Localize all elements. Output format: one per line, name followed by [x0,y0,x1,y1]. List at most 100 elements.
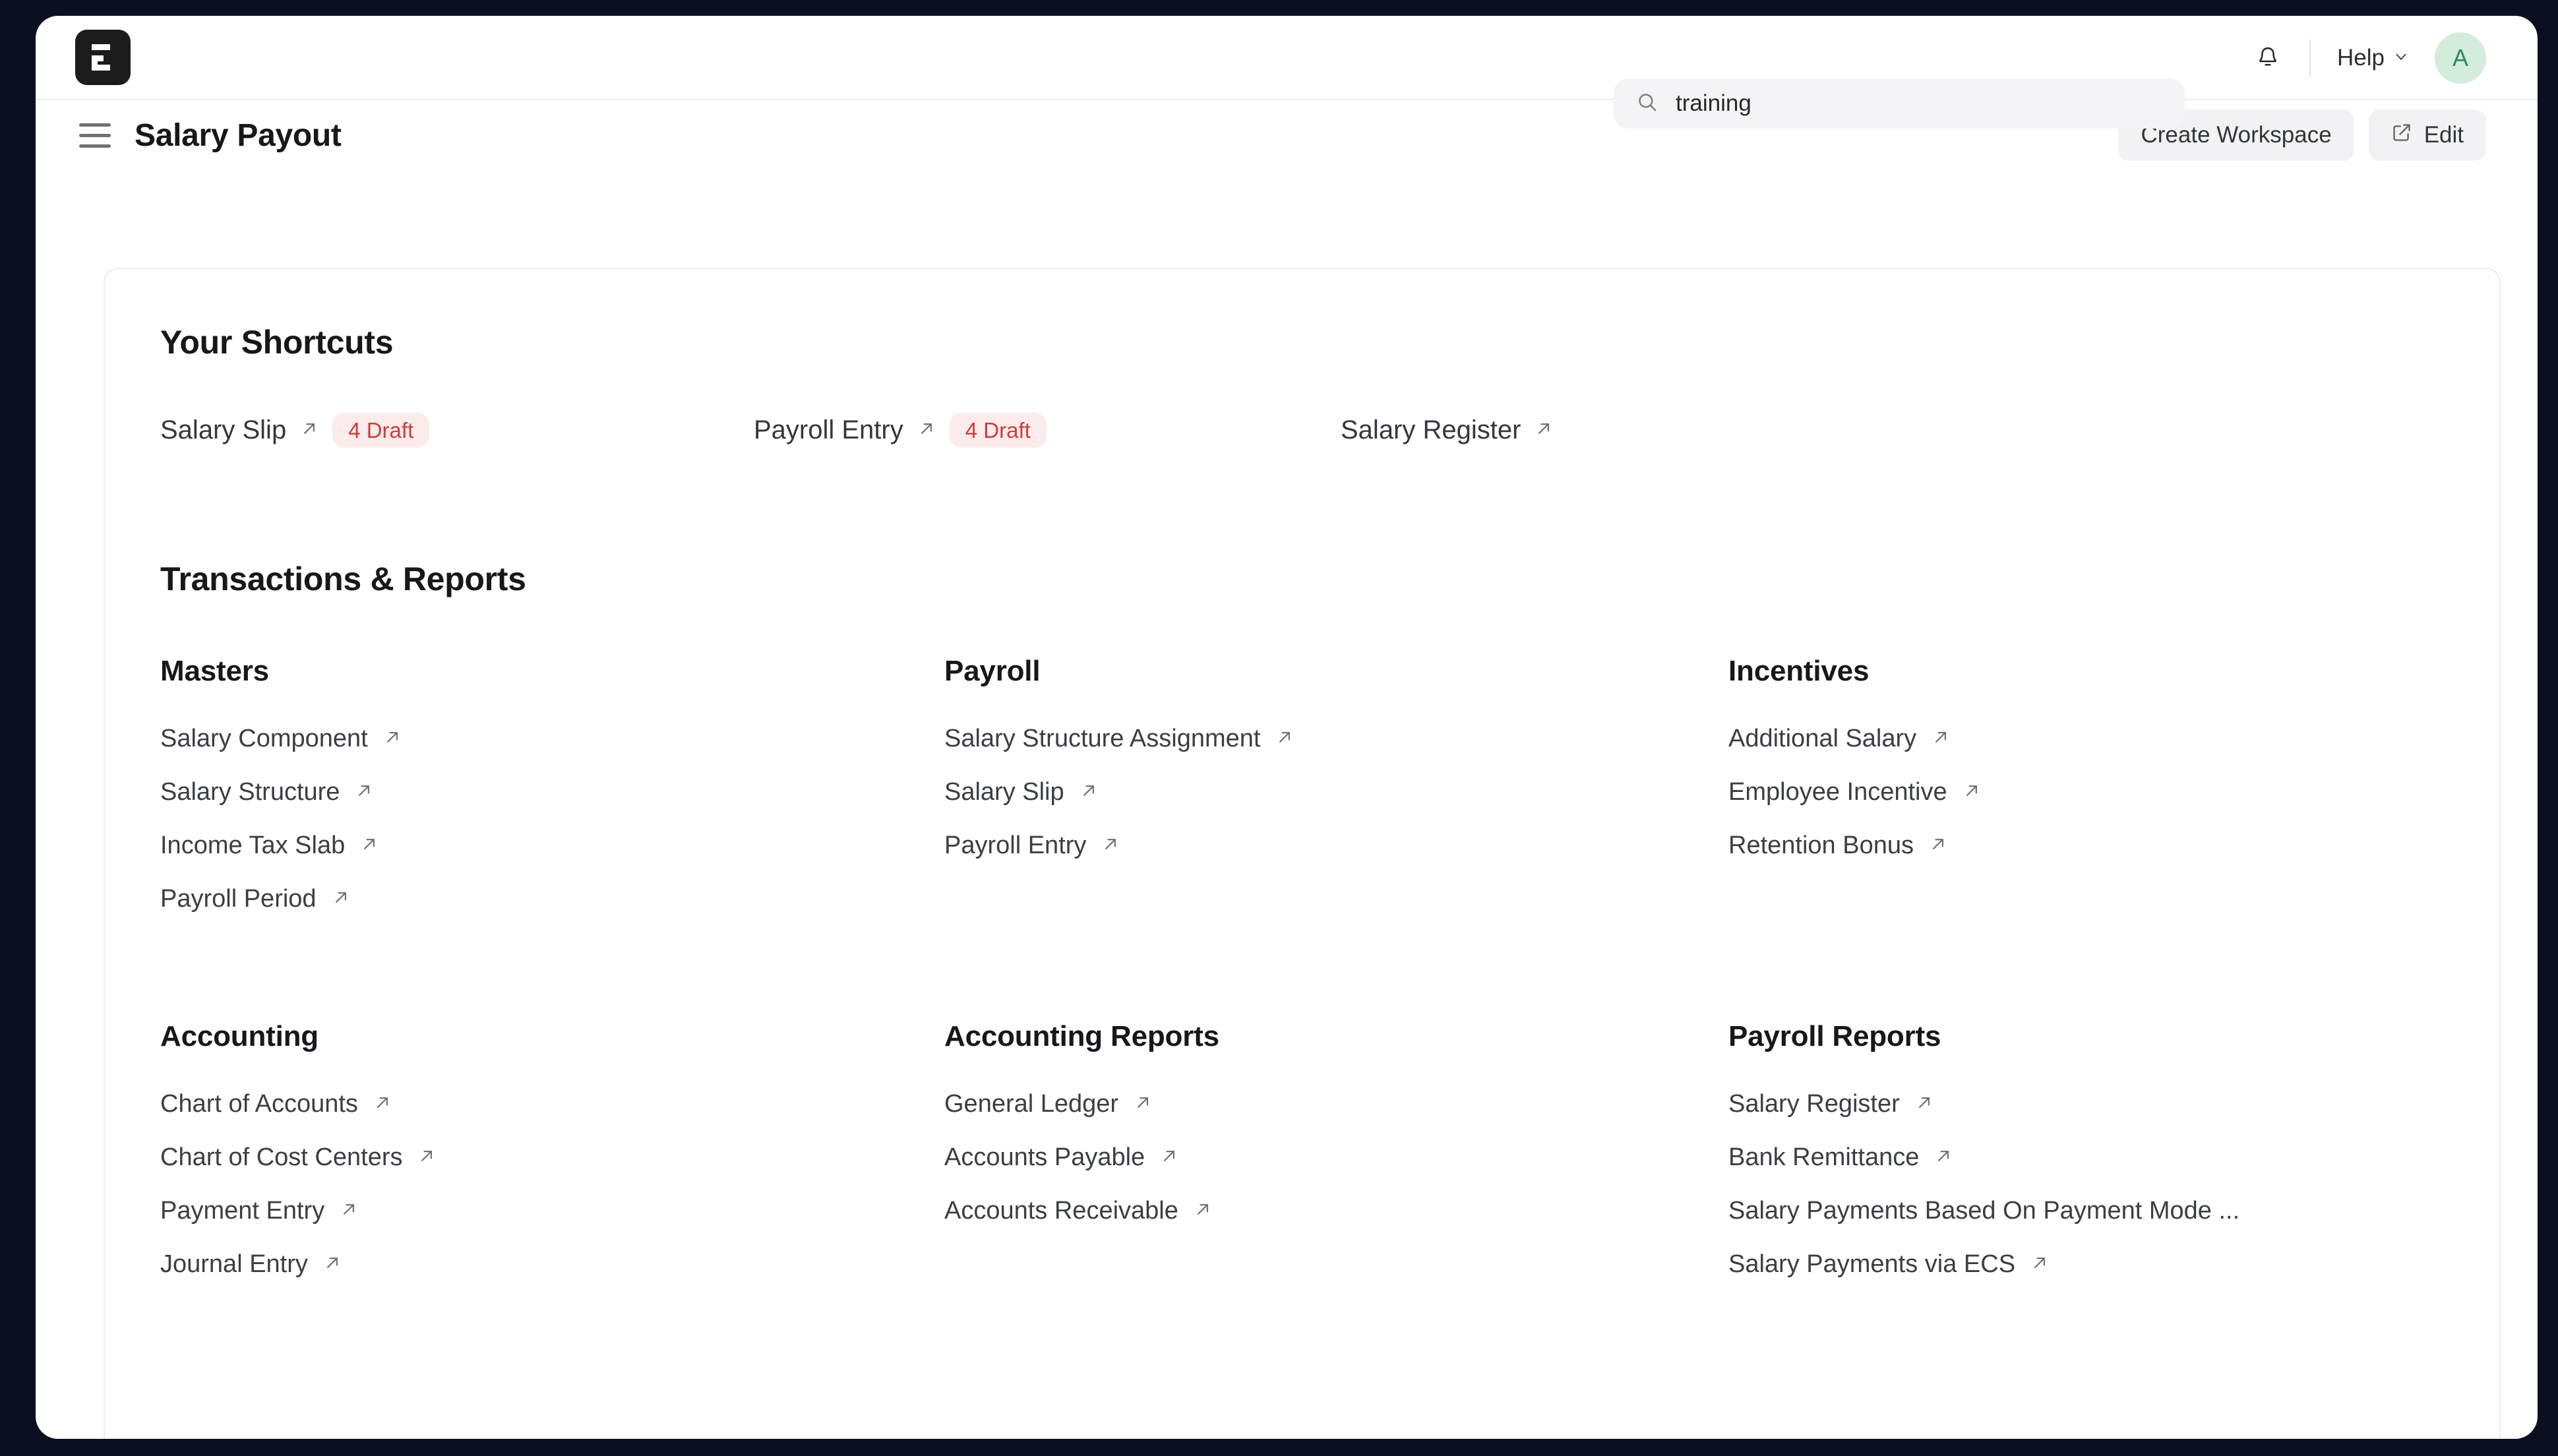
card-link[interactable]: Chart of Cost Centers [160,1143,437,1172]
card-link[interactable]: Employee Incentive [1728,778,1982,806]
card-link[interactable]: Additional Salary [1728,725,1951,753]
external-link-arrow-icon [1931,727,1951,750]
browser-window-frame: Help A Salary Payout [0,0,2558,1456]
external-link-arrow-icon [1159,1146,1179,1169]
external-link-arrow-icon [299,419,319,442]
external-link-arrow-icon [917,419,936,442]
external-link-arrow-icon [1928,834,1948,857]
card-link[interactable]: Salary Component [160,725,402,753]
card-link-label: General Ledger [944,1090,1119,1118]
external-link-arrow-icon [331,888,351,911]
card-heading: Payroll [944,655,1041,687]
app-page: Help A Salary Payout [36,16,2538,1439]
external-link-arrow-icon [382,727,402,750]
external-link-arrow-icon [373,1093,392,1116]
card-link[interactable]: Salary Structure Assignment [944,725,1294,753]
hamburger-menu-icon[interactable] [75,115,115,155]
card-link-label: Salary Component [160,725,368,752]
top-navbar: Help A [36,16,2538,129]
card-link-label: Bank Remittance [1728,1143,1920,1171]
shortcut-item[interactable]: Salary Register [1341,413,1554,448]
shortcut-label: Payroll Entry [754,415,903,444]
link-card: Accounting Chart of Accounts Chart of Cost… [160,1020,944,1279]
card-link-label: Accounts Receivable [944,1197,1178,1225]
external-link-arrow-icon [1275,727,1294,750]
external-link-arrow-icon [2030,1253,2050,1276]
edit-square-icon [2391,122,2412,149]
card-link[interactable]: Chart of Accounts [160,1090,392,1118]
external-link-arrow-icon [1193,1199,1213,1223]
card-link[interactable]: Accounts Receivable [944,1197,1213,1225]
card-link[interactable]: Journal Entry [160,1250,342,1279]
shortcuts-row: Salary Slip 4 Draft Payroll Entry 4 Draft Sa… [160,413,2444,448]
search-input[interactable] [1676,90,2162,117]
edit-label: Edit [2423,122,2464,148]
erpnext-e-logo-icon[interactable] [75,30,131,85]
card-link[interactable]: Bank Remittance [1728,1143,1953,1172]
external-link-arrow-icon [359,834,379,857]
card-link-label: Salary Payments Based On Payment Mode ..… [1728,1197,2240,1225]
notifications-button[interactable] [2243,34,2292,82]
card-link[interactable]: Retention Bonus [1728,832,1948,860]
card-link-label: Accounts Payable [944,1143,1145,1171]
card-link[interactable]: Payroll Period [160,885,351,913]
navbar-right-actions: Help A [2243,16,2486,100]
external-link-arrow-icon [1962,781,1982,804]
avatar-initial: A [2452,44,2468,71]
card-link-label: Chart of Cost Centers [160,1143,403,1171]
external-link-arrow-icon [417,1146,437,1169]
card-link-label: Payroll Period [160,885,317,913]
card-link-label: Chart of Accounts [160,1090,358,1118]
search-box[interactable] [1614,78,2185,129]
card-link-label: Employee Incentive [1728,778,1947,806]
search-icon [1636,91,1659,117]
card-heading: Accounting [160,1020,319,1052]
help-menu-button[interactable]: Help [2328,38,2419,78]
card-link[interactable]: Salary Slip [944,778,1099,806]
avatar[interactable]: A [2435,32,2486,84]
card-link[interactable]: Accounts Payable [944,1143,1179,1172]
card-link[interactable]: Payment Entry [160,1197,359,1225]
shortcut-item[interactable]: Salary Slip 4 Draft [160,413,754,448]
shortcuts-section-title: Your Shortcuts [160,324,394,361]
card-link[interactable]: Salary Register [1728,1090,1934,1118]
status-badge: 4 Draft [949,413,1047,448]
card-link-label: Salary Slip [944,778,1064,806]
link-card: Payroll Reports Salary Register Bank Remit… [1728,1020,2444,1279]
navbar-divider [2309,40,2311,76]
external-link-arrow-icon [322,1253,342,1276]
external-link-arrow-icon [1934,1146,1953,1169]
workspace-content-card: Your Shortcuts Salary Slip 4 Draft Payroll… [104,268,2501,1439]
external-link-arrow-icon [339,1199,359,1223]
link-card: Incentives Additional Salary Employee Ince… [1728,655,2444,913]
card-link[interactable]: Income Tax Slab [160,832,379,860]
external-link-arrow-icon [354,781,374,804]
shortcut-label: Salary Register [1341,415,1521,444]
card-link[interactable]: Salary Payments Based On Payment Mode ..… [1728,1197,2239,1225]
hamburger-line [79,133,111,137]
card-link[interactable]: General Ledger [944,1090,1153,1118]
external-link-arrow-icon [1534,419,1554,442]
card-link[interactable]: Payroll Entry [944,832,1120,860]
card-heading: Incentives [1728,655,1870,687]
card-link-label: Salary Structure [160,778,340,806]
shortcut-label: Salary Slip [160,415,287,444]
shortcut-item[interactable]: Payroll Entry 4 Draft [754,413,1341,448]
card-link-label: Salary Register [1728,1090,1900,1118]
status-badge: 4 Draft [332,413,430,448]
hamburger-line [79,123,111,127]
transactions-section-title: Transactions & Reports [160,561,526,597]
edit-button[interactable]: Edit [2368,109,2486,161]
chevron-down-icon [2392,45,2410,71]
card-link-label: Salary Structure Assignment [944,725,1261,752]
card-link[interactable]: Salary Structure [160,778,374,806]
card-link-label: Payroll Entry [944,832,1087,859]
card-link-label: Income Tax Slab [160,832,346,859]
card-link-label: Retention Bonus [1728,832,1914,859]
card-link[interactable]: Salary Payments via ECS [1728,1250,2050,1279]
card-heading: Masters [160,655,269,687]
link-card: Payroll Salary Structure Assignment Salary… [944,655,1728,913]
bell-icon [2255,44,2280,73]
external-link-arrow-icon [1079,781,1099,804]
help-label: Help [2337,45,2385,71]
